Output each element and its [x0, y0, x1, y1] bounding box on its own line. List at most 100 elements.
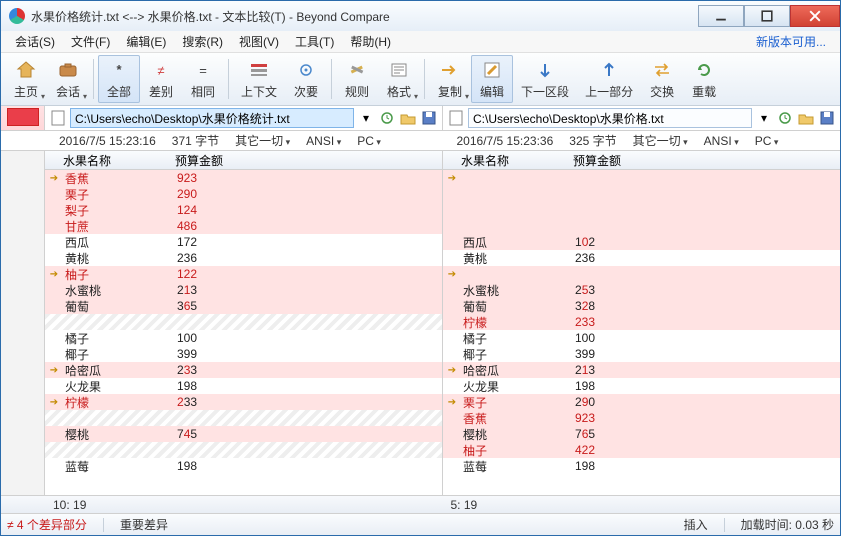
minimize-button[interactable] — [698, 5, 744, 27]
right-rest[interactable]: 其它一切 — [627, 132, 694, 149]
diff-row[interactable]: 樱桃765 — [443, 426, 840, 442]
diff-row[interactable]: 西瓜102 — [443, 234, 840, 250]
diff-row[interactable] — [443, 186, 840, 202]
diff-row[interactable]: 葡萄328 — [443, 298, 840, 314]
left-platform[interactable]: PC — [351, 134, 387, 148]
swap-button[interactable]: 交换 — [641, 55, 683, 103]
diff-row[interactable]: 栗子290 — [45, 186, 442, 202]
diff-row[interactable]: 柚子422 — [443, 442, 840, 458]
menu-item-6[interactable]: 帮助(H) — [342, 31, 399, 52]
left-path-bar: ▾ — [45, 106, 442, 130]
diff-row[interactable]: ➔柚子122 — [45, 266, 442, 282]
same-button[interactable]: =相同 — [182, 55, 224, 103]
status-insert: 插入 — [684, 516, 708, 533]
diff-row[interactable]: 葡萄365 — [45, 298, 442, 314]
menu-item-5[interactable]: 工具(T) — [287, 31, 342, 52]
right-pane: 水果名称预算金额 ➔西瓜102黄桃236➔水蜜桃253葡萄328柠檬233橘子1… — [443, 151, 840, 495]
col-amount: 预算金额 — [175, 152, 223, 169]
diff-row[interactable]: 蓝莓198 — [45, 458, 442, 474]
diff-row[interactable] — [443, 218, 840, 234]
diff-row[interactable]: 樱桃745 — [45, 426, 442, 442]
context-button[interactable]: 上下文 — [233, 55, 285, 103]
diff-row[interactable]: 椰子399 — [443, 346, 840, 362]
dropdown-icon[interactable]: ▾ — [755, 109, 773, 127]
file-info-row: 2016/7/5 15:23:16 371 字节 其它一切 ANSI PC 20… — [1, 131, 840, 151]
thumbnail-gutter[interactable] — [1, 106, 45, 130]
diff-button[interactable]: ≠差别 — [140, 55, 182, 103]
diff-row[interactable]: ➔ — [443, 170, 840, 186]
diff-row[interactable]: ➔香蕉923 — [45, 170, 442, 186]
diff-marker-icon: ➔ — [443, 397, 461, 408]
menu-item-4[interactable]: 视图(V) — [231, 31, 287, 52]
next-button[interactable]: 下一区段 — [513, 55, 577, 103]
diff-row[interactable] — [45, 442, 442, 458]
diff-row[interactable]: 西瓜172 — [45, 234, 442, 250]
diff-row[interactable]: 火龙果198 — [45, 378, 442, 394]
menu-item-2[interactable]: 编辑(E) — [118, 31, 174, 52]
diff-row[interactable]: ➔柠檬233 — [45, 394, 442, 410]
format-button[interactable]: 格式▾ — [378, 55, 420, 103]
all-button[interactable]: *全部 — [98, 55, 140, 103]
history-icon[interactable] — [776, 109, 794, 127]
dropdown-icon[interactable]: ▾ — [357, 109, 375, 127]
diff-row[interactable]: 黄桃236 — [443, 250, 840, 266]
edit-button[interactable]: 编辑 — [471, 55, 513, 103]
diff-row[interactable]: 蓝莓198 — [443, 458, 840, 474]
open-icon[interactable] — [399, 109, 417, 127]
app-icon — [9, 8, 25, 24]
reload-button[interactable]: 重载 — [683, 55, 725, 103]
diff-row[interactable]: ➔栗子290 — [443, 394, 840, 410]
diff-row[interactable]: 水蜜桃253 — [443, 282, 840, 298]
maximize-button[interactable] — [744, 5, 790, 27]
right-platform[interactable]: PC — [749, 134, 785, 148]
diff-row[interactable]: ➔哈密瓜213 — [443, 362, 840, 378]
left-path-input[interactable] — [70, 108, 354, 128]
diff-row[interactable] — [45, 410, 442, 426]
diff-row[interactable]: 橘子100 — [443, 330, 840, 346]
copy-button[interactable]: 复制▾ — [429, 55, 471, 103]
save-icon[interactable] — [420, 109, 438, 127]
left-pane: 水果名称预算金额 ➔香蕉923栗子290梨子124甘蔗486西瓜172黄桃236… — [45, 151, 443, 495]
history-icon[interactable] — [378, 109, 396, 127]
diff-row[interactable]: 水蜜桃213 — [45, 282, 442, 298]
right-path-input[interactable] — [468, 108, 752, 128]
save-icon[interactable] — [818, 109, 836, 127]
diff-row[interactable] — [45, 314, 442, 330]
diff-row[interactable]: 橘子100 — [45, 330, 442, 346]
diff-marker-icon: ➔ — [45, 173, 63, 184]
left-cursor: 10: 19 — [45, 496, 443, 513]
file-icon — [49, 109, 67, 127]
menu-item-1[interactable]: 文件(F) — [63, 31, 118, 52]
open-icon[interactable] — [797, 109, 815, 127]
right-path-bar: ▾ — [443, 106, 840, 130]
menu-item-3[interactable]: 搜索(R) — [174, 31, 231, 52]
diff-row[interactable] — [443, 202, 840, 218]
diff-row[interactable]: 火龙果198 — [443, 378, 840, 394]
left-rest[interactable]: 其它一切 — [229, 132, 296, 149]
session-button[interactable]: 会话▾ — [47, 55, 89, 103]
right-content[interactable]: ➔西瓜102黄桃236➔水蜜桃253葡萄328柠檬233橘子100椰子399➔哈… — [443, 170, 840, 495]
diff-row[interactable]: ➔哈密瓜233 — [45, 362, 442, 378]
menu-item-0[interactable]: 会话(S) — [7, 31, 63, 52]
rules-button[interactable]: 规则 — [336, 55, 378, 103]
diff-marker-icon: ➔ — [45, 269, 63, 280]
diff-row[interactable]: 甘蔗486 — [45, 218, 442, 234]
close-button[interactable] — [790, 5, 840, 27]
diff-row[interactable]: 柠檬233 — [443, 314, 840, 330]
diff-row[interactable]: 黄桃236 — [45, 250, 442, 266]
file-icon — [447, 109, 465, 127]
col-name: 水果名称 — [63, 152, 175, 169]
home-button[interactable]: 主页▾ — [5, 55, 47, 103]
minor-button[interactable]: 次要 — [285, 55, 327, 103]
left-encoding[interactable]: ANSI — [300, 134, 347, 148]
diff-row[interactable]: 梨子124 — [45, 202, 442, 218]
update-link[interactable]: 新版本可用... — [748, 31, 834, 52]
diff-row[interactable]: ➔ — [443, 266, 840, 282]
right-encoding[interactable]: ANSI — [698, 134, 745, 148]
diff-row[interactable]: 香蕉923 — [443, 410, 840, 426]
left-content[interactable]: ➔香蕉923栗子290梨子124甘蔗486西瓜172黄桃236➔柚子122水蜜桃… — [45, 170, 442, 495]
prev-button[interactable]: 上一部分 — [577, 55, 641, 103]
main-toolbar: 主页▾ 会话▾ *全部 ≠差别 =相同 上下文 次要 规则 格式▾ 复制▾ 编辑… — [1, 53, 840, 106]
right-cursor: 5: 19 — [443, 496, 841, 513]
diff-row[interactable]: 椰子399 — [45, 346, 442, 362]
